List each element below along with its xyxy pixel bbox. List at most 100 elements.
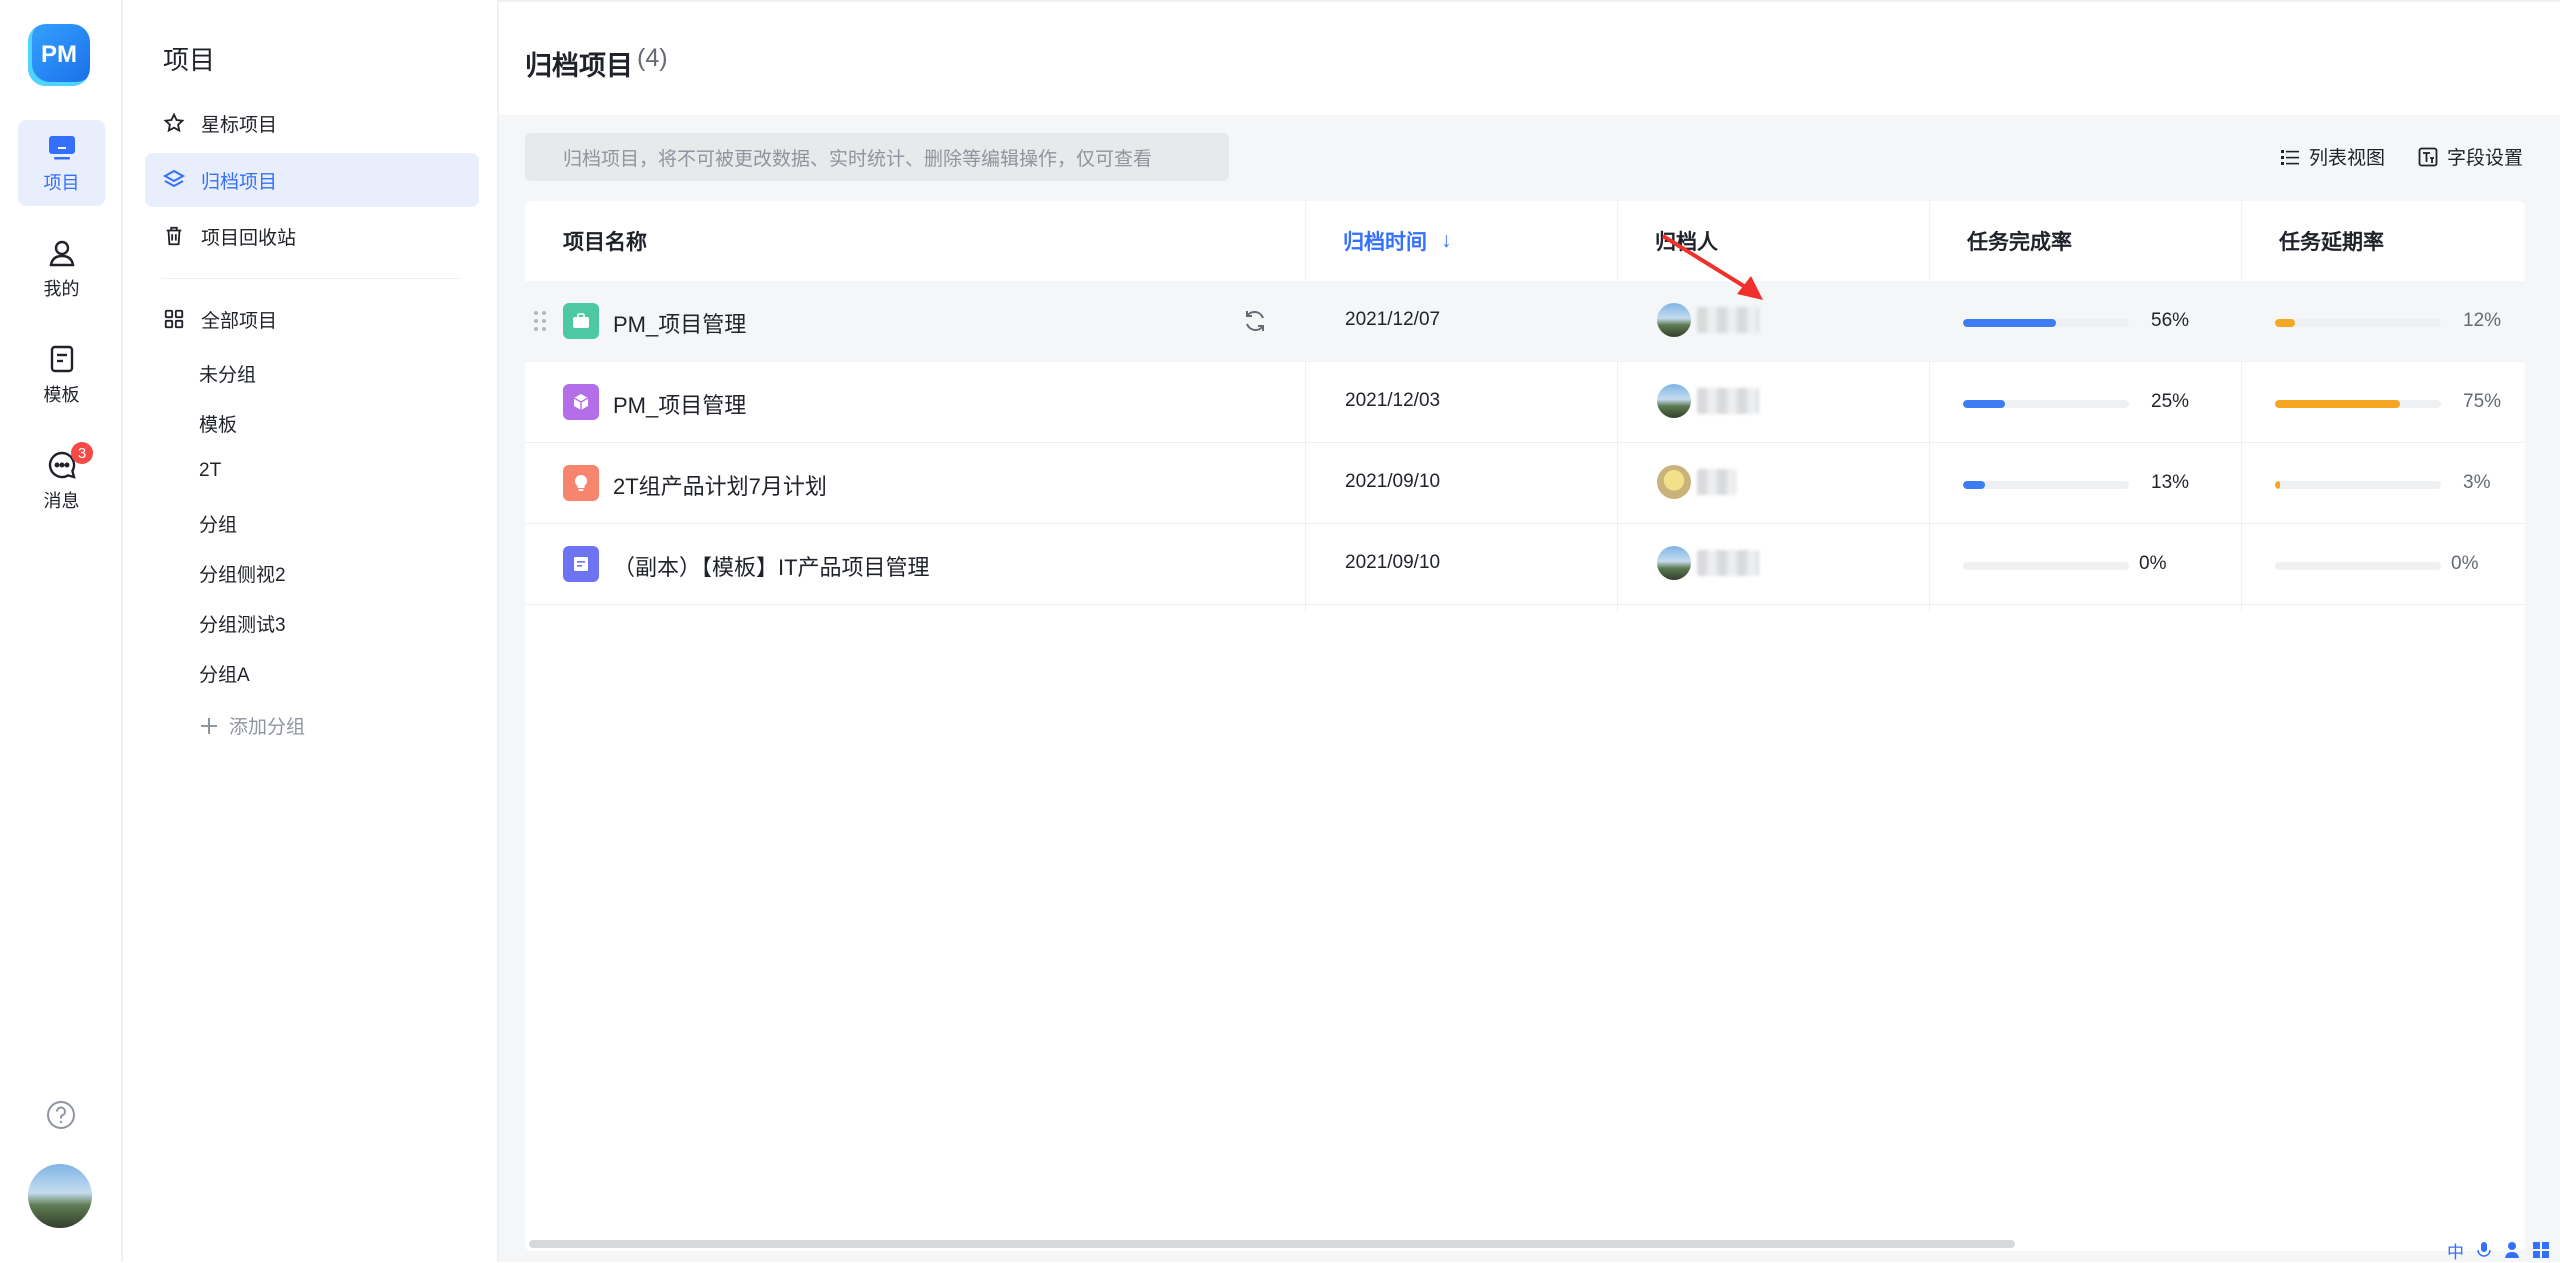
sidebar-item-label: 项目回收站	[201, 227, 297, 249]
project-icon	[563, 546, 599, 582]
delay-bar	[2275, 319, 2441, 327]
delay-percent: 12%	[2463, 310, 2502, 331]
template-icon	[50, 345, 73, 373]
main-area: 归档项目 (4) 归档项目，将不可被更改数据、实时统计、删除等编辑操作，仅可查看…	[499, 0, 2560, 1262]
add-group-button[interactable]: 添加分组	[199, 712, 305, 739]
rail-item-mine[interactable]: 我的	[18, 226, 105, 312]
horizontal-scrollbar[interactable]	[529, 1240, 2015, 1248]
column-header-delay[interactable]: 任务延期率	[2241, 201, 2525, 281]
column-header-archiver[interactable]: 归档人	[1617, 201, 1929, 281]
list-view-button[interactable]: 列表视图	[2279, 143, 2385, 170]
plus-icon	[201, 717, 217, 734]
sidebar-item-starred[interactable]: 星标项目	[145, 96, 479, 150]
column-header-name[interactable]: 项目名称	[525, 201, 1305, 281]
table-row[interactable]: PM_项目管理 2021/12/07 56% 12%	[525, 281, 2525, 362]
completion-percent: 25%	[2151, 391, 2190, 412]
lightbulb-icon	[574, 474, 588, 491]
app-rail: PM 项目 我的 模板 消息 3	[0, 0, 123, 1262]
completion-bar	[1963, 319, 2129, 327]
archive-date: 2021/09/10	[1345, 552, 1441, 573]
trash-icon	[166, 226, 182, 246]
sidebar-item-label: 归档项目	[201, 171, 278, 193]
project-name[interactable]: PM_项目管理	[613, 307, 746, 339]
document-icon	[574, 557, 588, 571]
page-title: 归档项目	[525, 51, 633, 81]
project-name[interactable]: （副本）【模板】IT产品项目管理	[613, 550, 930, 582]
completion-bar	[1963, 400, 2129, 408]
column-header-completion[interactable]: 任务完成率	[1929, 201, 2241, 281]
project-sidebar: 项目 星标项目 归档项目 项目回收站 全部项目 未分组 模板 2T 分组 分组侧…	[123, 0, 499, 1262]
ime-lang[interactable]: 中	[2447, 1238, 2464, 1263]
field-settings-label: 字段设置	[2447, 148, 2524, 169]
apps-icon[interactable]	[2532, 1241, 2550, 1259]
star-icon	[163, 112, 185, 133]
project-count: (4)	[637, 44, 668, 72]
rail-label-mine: 我的	[43, 279, 80, 299]
monitor-icon	[48, 136, 75, 160]
archiver-name-redacted	[1697, 307, 1759, 333]
layers-icon	[162, 169, 186, 188]
rail-label-templates: 模板	[43, 385, 80, 405]
group-item[interactable]: 分组	[199, 510, 237, 537]
project-name[interactable]: 2T组产品计划7月计划	[613, 469, 827, 501]
delay-bar	[2275, 481, 2441, 489]
group-item[interactable]: 分组侧视2	[199, 560, 286, 587]
help-icon[interactable]	[46, 1100, 76, 1130]
rail-item-projects[interactable]: 项目	[18, 120, 105, 206]
delay-bar	[2275, 400, 2441, 408]
archive-date: 2021/12/03	[1345, 390, 1441, 411]
field-settings-icon	[2418, 147, 2438, 166]
archiver-avatar	[1657, 384, 1691, 418]
completion-bar	[1963, 481, 2129, 489]
delay-percent: 3%	[2463, 472, 2491, 493]
archive-date: 2021/09/10	[1345, 471, 1441, 492]
group-item[interactable]: 分组A	[199, 660, 250, 687]
ime-toolbar[interactable]: 中	[2447, 1238, 2550, 1262]
archiver-name-redacted	[1697, 388, 1759, 414]
project-icon	[563, 303, 599, 339]
sidebar-item-label: 星标项目	[201, 114, 278, 136]
group-item[interactable]: 模板	[199, 410, 237, 437]
drag-handle-icon[interactable]	[533, 309, 547, 333]
completion-bar	[1963, 562, 2129, 570]
mic-icon[interactable]	[2476, 1241, 2492, 1259]
sidebar-title: 项目	[163, 45, 216, 75]
user-avatar[interactable]	[28, 1164, 92, 1228]
sidebar-item-label: 全部项目	[201, 310, 278, 332]
sidebar-item-recycle-bin[interactable]: 项目回收站	[145, 209, 479, 263]
user-small-icon[interactable]	[2504, 1241, 2520, 1259]
restore-icon[interactable]	[1241, 307, 1269, 335]
completion-percent: 13%	[2151, 472, 2190, 493]
sidebar-divider	[161, 278, 461, 279]
archive-date: 2021/12/07	[1345, 309, 1441, 330]
group-item[interactable]: 2T	[199, 460, 221, 482]
app-logo[interactable]: PM	[28, 24, 90, 86]
field-settings-button[interactable]: 字段设置	[2417, 143, 2523, 170]
group-item[interactable]: 分组测试3	[199, 610, 286, 637]
archive-notice: 归档项目，将不可被更改数据、实时统计、删除等编辑操作，仅可查看	[525, 133, 1229, 181]
project-icon	[563, 465, 599, 501]
table-row[interactable]: （副本）【模板】IT产品项目管理 2021/09/10 0% 0%	[525, 524, 2525, 605]
delay-percent: 75%	[2463, 391, 2502, 412]
archiver-name-redacted	[1697, 469, 1737, 495]
archiver-avatar	[1657, 546, 1691, 580]
archiver-avatar	[1657, 465, 1691, 499]
archived-projects-table: 项目名称 归档时间 ↓ 归档人 任务完成率 任务延期率 PM_项目管理 2021…	[525, 201, 2525, 1251]
rail-item-templates[interactable]: 模板	[18, 332, 105, 418]
table-header: 项目名称 归档时间 ↓ 归档人 任务完成率 任务延期率	[525, 201, 2525, 282]
table-row[interactable]: PM_项目管理 2021/12/03 25% 75%	[525, 362, 2525, 443]
sidebar-item-archived[interactable]: 归档项目	[145, 153, 479, 207]
column-header-archive-time[interactable]: 归档时间 ↓	[1305, 201, 1617, 281]
rail-label-messages: 消息	[43, 491, 80, 511]
briefcase-icon	[573, 313, 589, 328]
project-name[interactable]: PM_项目管理	[613, 388, 746, 420]
group-item[interactable]: 未分组	[199, 360, 256, 387]
completion-percent: 0%	[2139, 553, 2167, 574]
table-row[interactable]: 2T组产品计划7月计划 2021/09/10 13% 3%	[525, 443, 2525, 524]
sidebar-item-all-projects[interactable]: 全部项目	[145, 292, 479, 346]
rail-item-messages[interactable]: 消息 3	[18, 438, 105, 524]
archiver-avatar	[1657, 303, 1691, 337]
add-group-label: 添加分组	[229, 717, 306, 738]
cube-icon	[573, 394, 589, 410]
list-view-label: 列表视图	[2309, 148, 2386, 169]
